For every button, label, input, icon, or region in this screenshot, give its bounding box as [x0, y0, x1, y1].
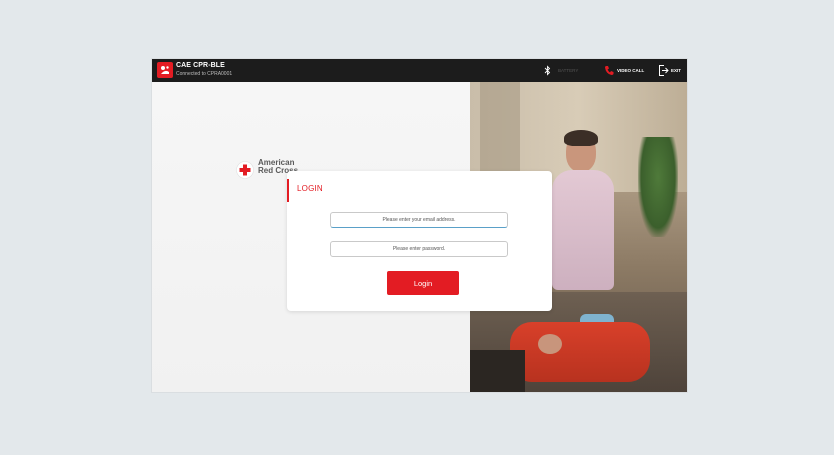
photo-patient-head	[538, 334, 562, 354]
exit-button[interactable]: EXIT	[671, 68, 681, 73]
login-button[interactable]: Login	[387, 271, 459, 295]
video-call-button[interactable]: VIDEO CALL	[617, 68, 644, 73]
photo-rescuer-shirt	[552, 170, 614, 290]
battery-status: BATTERY	[558, 68, 579, 73]
app-title: CAE CPR-BLE	[176, 62, 225, 69]
password-input[interactable]	[330, 241, 508, 257]
login-title: LOGIN	[297, 184, 323, 193]
red-cross-icon	[236, 161, 254, 179]
exit-icon[interactable]	[658, 64, 669, 77]
app-window: CAE CPR-BLE Connected to CPRA0001 BATTER…	[152, 59, 687, 392]
top-bar: CAE CPR-BLE Connected to CPRA0001 BATTER…	[152, 59, 687, 82]
email-input[interactable]	[330, 212, 508, 228]
card-accent-bar	[287, 179, 289, 202]
photo-patient-shirt	[510, 322, 650, 382]
bluetooth-icon[interactable]	[544, 65, 551, 76]
photo-plant	[638, 137, 678, 237]
photo-rescuer-hair	[564, 130, 598, 146]
connection-status: Connected to CPRA0001	[176, 71, 233, 77]
app-logo-icon	[157, 62, 173, 78]
photo-patient-hair	[470, 350, 525, 392]
video-call-icon[interactable]	[604, 65, 614, 76]
photo-window-frame	[480, 82, 520, 177]
login-card: LOGIN Login	[287, 171, 552, 311]
